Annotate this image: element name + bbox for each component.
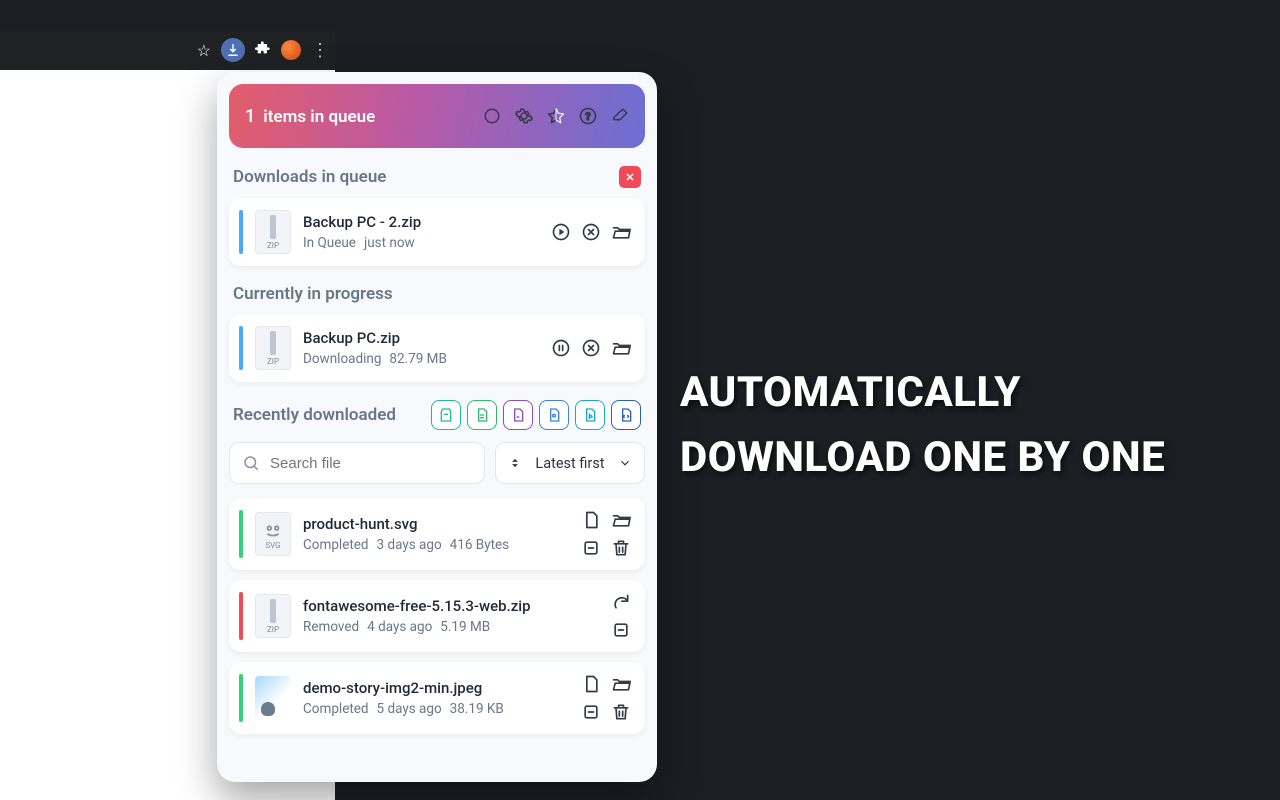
play-icon[interactable] (551, 222, 571, 242)
file-meta: Downloading 82.79 MB (303, 351, 539, 367)
status-stripe (239, 326, 243, 370)
file-meta: Completed3 days ago416 Bytes (303, 537, 569, 553)
pause-icon[interactable] (551, 338, 571, 358)
queue-count-number: 1 (245, 106, 255, 127)
clear-queue-button[interactable] (619, 166, 641, 188)
progress-item-card: ZIP Backup PC.zip Downloading 82.79 MB (229, 314, 645, 382)
browser-menu-kebab-icon[interactable]: ⋮ (311, 40, 327, 61)
file-thumb-svg: SVG (255, 512, 291, 556)
cancel-icon[interactable] (581, 338, 601, 358)
bookmark-star-icon[interactable]: ☆ (197, 41, 211, 60)
queue-item-card: ZIP Backup PC - 2.zip In Queue just now (229, 198, 645, 266)
delete-icon[interactable] (611, 702, 631, 722)
extension-orange-icon[interactable] (281, 40, 301, 60)
status-stripe (239, 210, 243, 254)
retry-icon[interactable] (611, 592, 631, 612)
file-thumb-zip: ZIP (255, 326, 291, 370)
file-name: Backup PC.zip (303, 329, 539, 347)
folder-open-icon[interactable] (611, 510, 631, 530)
sort-dropdown[interactable]: Latest first (495, 442, 645, 484)
filter-chips (431, 400, 641, 430)
filter-chip-doc[interactable] (467, 400, 497, 430)
search-input-wrapper[interactable] (229, 442, 485, 484)
section-progress-title: Currently in progress (233, 284, 641, 304)
queue-count-label: 1 items in queue (245, 106, 375, 127)
filter-chip-image[interactable] (539, 400, 569, 430)
clock-icon[interactable] (483, 107, 501, 125)
folder-open-icon[interactable] (611, 222, 631, 242)
download-extension-icon[interactable] (221, 38, 245, 62)
file-icon[interactable] (581, 510, 601, 530)
file-name: product-hunt.svg (303, 515, 569, 533)
file-icon[interactable] (581, 674, 601, 694)
section-recent-title: Recently downloaded (233, 400, 641, 430)
eraser-icon[interactable] (611, 107, 629, 125)
search-icon (242, 454, 260, 472)
filter-chip-video[interactable] (575, 400, 605, 430)
status-stripe (239, 592, 243, 640)
recent-item-card: demo-story-img2-min.jpeg Completed5 days … (229, 662, 645, 734)
file-thumb-zip: ZIP (255, 594, 291, 638)
filter-chip-archive[interactable] (431, 400, 461, 430)
star-half-icon[interactable] (547, 107, 565, 125)
help-icon[interactable]: ? (579, 107, 597, 125)
file-thumb-zip: ZIP (255, 210, 291, 254)
remove-from-list-icon[interactable] (581, 538, 601, 558)
folder-open-icon[interactable] (611, 674, 631, 694)
section-queue-title: Downloads in queue (233, 166, 641, 188)
file-meta: Removed4 days ago5.19 MB (303, 619, 599, 635)
extensions-puzzle-icon[interactable] (255, 40, 271, 60)
gear-icon[interactable] (515, 107, 533, 125)
file-thumb-image (255, 676, 291, 720)
cancel-icon[interactable] (581, 222, 601, 242)
sort-label: Latest first (535, 455, 604, 472)
status-stripe (239, 510, 243, 558)
popup-header: 1 items in queue ? (229, 84, 645, 148)
status-stripe (239, 674, 243, 722)
search-input[interactable] (270, 455, 472, 472)
filter-chip-pdf[interactable] (503, 400, 533, 430)
remove-from-list-icon[interactable] (581, 702, 601, 722)
file-name: Backup PC - 2.zip (303, 213, 539, 231)
filter-chip-code[interactable] (611, 400, 641, 430)
chevron-down-icon (618, 456, 632, 470)
file-meta: In Queue just now (303, 235, 539, 251)
file-name: demo-story-img2-min.jpeg (303, 679, 569, 697)
hero-text: AUTOMATICALLY DOWNLOAD ONE BY ONE (680, 360, 1240, 490)
browser-toolbar-fragment: ☆ ⋮ (0, 30, 335, 70)
file-meta: Completed5 days ago38.19 KB (303, 701, 569, 717)
file-name: fontawesome-free-5.15.3-web.zip (303, 597, 599, 615)
recent-list: SVG product-hunt.svg Completed3 days ago41… (229, 498, 645, 734)
recent-item-card: SVG product-hunt.svg Completed3 days ago41… (229, 498, 645, 570)
delete-icon[interactable] (611, 538, 631, 558)
remove-from-list-icon[interactable] (611, 620, 631, 640)
queue-count-suffix: items in queue (263, 107, 375, 127)
recent-item-card: ZIP fontawesome-free-5.15.3-web.zip Remove… (229, 580, 645, 652)
download-manager-popup: 1 items in queue ? Downloads in queue ZI… (217, 72, 657, 782)
sort-arrows-icon (508, 456, 522, 470)
svg-text:?: ? (585, 110, 590, 123)
folder-open-icon[interactable] (611, 338, 631, 358)
